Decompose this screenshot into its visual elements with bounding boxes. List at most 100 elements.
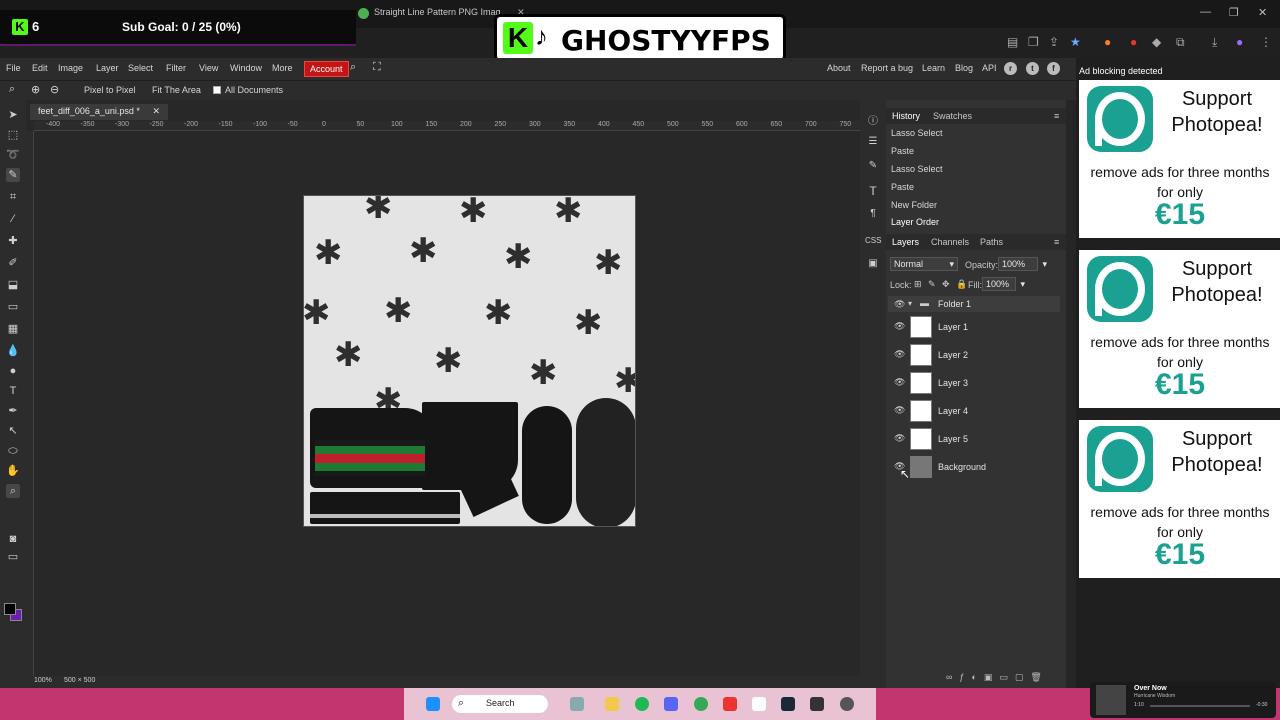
menu-select[interactable]: Select bbox=[128, 63, 153, 73]
account-button[interactable]: Account bbox=[304, 61, 349, 77]
visibility-eye-icon[interactable]: 👁 bbox=[894, 433, 905, 444]
zoom-out-icon[interactable]: ⊖ bbox=[50, 83, 59, 96]
lasso-tool-icon[interactable]: ➰ bbox=[6, 148, 20, 162]
image-icon[interactable]: ▣ bbox=[865, 258, 881, 269]
opacity-field[interactable]: 100% ▾ bbox=[998, 257, 1047, 271]
tab-paths[interactable]: Paths bbox=[980, 237, 1003, 247]
foreground-color-swatch[interactable] bbox=[4, 603, 16, 615]
close-window-icon[interactable]: ✕ bbox=[1258, 6, 1267, 19]
visibility-eye-icon[interactable]: 👁 bbox=[894, 321, 905, 332]
paragraph-icon[interactable]: ¶ bbox=[865, 208, 881, 219]
search-icon[interactable]: ⌕ bbox=[350, 61, 356, 74]
history-item[interactable]: Paste bbox=[891, 146, 914, 156]
history-item[interactable]: Lasso Select bbox=[891, 128, 943, 138]
zoom-tool-icon[interactable]: ⌕ bbox=[6, 484, 20, 498]
fill-field[interactable]: 100% ▾ bbox=[982, 277, 1025, 291]
download-icon[interactable]: ⤓ bbox=[1212, 35, 1217, 50]
properties-icon[interactable]: ☰ bbox=[865, 136, 881, 147]
menu-more[interactable]: More bbox=[272, 63, 293, 73]
menu-about[interactable]: About bbox=[827, 63, 851, 73]
fit-area-button[interactable]: Fit The Area bbox=[152, 85, 201, 95]
pixel-to-pixel-button[interactable]: Pixel to Pixel bbox=[84, 85, 136, 95]
history-item[interactable]: Paste bbox=[891, 182, 914, 192]
document-tab[interactable]: feet_diff_006_a_uni.psd * ✕ bbox=[30, 104, 168, 120]
stamp-tool-icon[interactable]: ⬓ bbox=[6, 278, 20, 292]
maximize-icon[interactable]: ❐ bbox=[1229, 6, 1239, 19]
profile-avatar[interactable]: ● bbox=[1236, 35, 1243, 49]
app-icon[interactable] bbox=[570, 697, 584, 711]
layer-folder-row[interactable]: 👁 ▾ ▬ Folder 1 bbox=[888, 296, 1060, 312]
character-icon[interactable]: T bbox=[865, 184, 881, 198]
blur-tool-icon[interactable]: 💧 bbox=[6, 344, 20, 358]
history-item[interactable]: New Folder bbox=[891, 200, 937, 210]
hand-tool-icon[interactable]: ✋ bbox=[6, 464, 20, 478]
eyedropper-tool-icon[interactable]: ⁄ bbox=[6, 212, 20, 226]
move-tool-icon[interactable]: ➤ bbox=[6, 108, 20, 122]
panel-menu-icon[interactable]: ≡ bbox=[1054, 111, 1059, 121]
tab-layers[interactable]: Layers bbox=[892, 237, 919, 247]
copy-icon[interactable]: ❐ bbox=[1028, 35, 1039, 49]
path-select-tool-icon[interactable]: ↖ bbox=[6, 424, 20, 438]
menu-layer[interactable]: Layer bbox=[96, 63, 119, 73]
marquee-tool-icon[interactable]: ⬚ bbox=[6, 128, 20, 142]
layer-row[interactable]: 👁 Background bbox=[888, 454, 1060, 480]
gradient-tool-icon[interactable]: ▦ bbox=[6, 322, 20, 336]
visibility-eye-icon[interactable]: 👁 bbox=[894, 377, 905, 388]
shape-tool-icon[interactable]: ⬭ bbox=[6, 444, 20, 458]
lock-position-icon[interactable]: ✥ bbox=[942, 279, 950, 290]
brush-settings-icon[interactable]: ✎ bbox=[865, 160, 881, 171]
taskbar-search[interactable]: ⌕ Search bbox=[452, 695, 548, 713]
layers-footer-icons[interactable]: ∞ƒ◐▣▭▢🗑 bbox=[946, 672, 1049, 683]
menu-blog[interactable]: Blog bbox=[955, 63, 973, 73]
file-explorer-icon[interactable] bbox=[605, 697, 619, 711]
layer-row[interactable]: 👁 Layer 1 bbox=[888, 314, 1060, 340]
menu-report-bug[interactable]: Report a bug bbox=[861, 63, 913, 73]
minimize-icon[interactable]: — bbox=[1200, 6, 1211, 18]
start-icon[interactable] bbox=[426, 697, 440, 711]
settings-icon[interactable] bbox=[840, 697, 854, 711]
discord-icon[interactable] bbox=[664, 697, 678, 711]
chevron-down-icon[interactable]: ▾ bbox=[908, 299, 912, 308]
menu-edit[interactable]: Edit bbox=[32, 63, 48, 73]
menu-learn[interactable]: Learn bbox=[922, 63, 945, 73]
lock-transparency-icon[interactable]: ⊞ bbox=[914, 279, 922, 290]
menu-api[interactable]: API bbox=[982, 63, 997, 73]
quick-select-tool-icon[interactable]: ✎ bbox=[6, 168, 20, 182]
media-widget[interactable]: Over Now Hurricane Wisdom 1:10 -0:30 bbox=[1090, 682, 1276, 718]
menu-image[interactable]: Image bbox=[58, 63, 83, 73]
panel-menu-icon[interactable]: ≡ bbox=[1054, 237, 1059, 247]
document-canvas[interactable]: ✱ ✱ ✱ ✱ ✱ ✱ ✱ ✱ ✱ ✱ ✱ ✱ ✱ ✱ ✱ ✱ bbox=[303, 195, 636, 527]
photopea-ad[interactable]: Support Photopea! remove ads for three m… bbox=[1079, 420, 1280, 578]
menu-filter[interactable]: Filter bbox=[166, 63, 186, 73]
reader-icon[interactable]: ▤ bbox=[1007, 35, 1018, 49]
twitter-icon[interactable]: t bbox=[1026, 62, 1039, 75]
lock-pixels-icon[interactable]: ✎ bbox=[928, 279, 936, 290]
bookmark-star-icon[interactable]: ★ bbox=[1070, 35, 1081, 49]
type-tool-icon[interactable]: T bbox=[6, 384, 20, 398]
layer-row[interactable]: 👁 Layer 3 bbox=[888, 370, 1060, 396]
facebook-icon[interactable]: f bbox=[1047, 62, 1060, 75]
screen-mode-icon[interactable]: ▭ bbox=[6, 550, 20, 564]
fullscreen-icon[interactable]: ⛶ bbox=[373, 61, 381, 74]
visibility-eye-icon[interactable]: 👁 bbox=[894, 349, 905, 360]
layer-row[interactable]: 👁 Layer 2 bbox=[888, 342, 1060, 368]
extension-icon[interactable]: ● bbox=[1104, 35, 1111, 49]
photopea-ad[interactable]: Support Photopea! remove ads for three m… bbox=[1079, 250, 1280, 408]
chrome-icon[interactable] bbox=[694, 697, 708, 711]
visibility-eye-icon[interactable]: 👁 bbox=[894, 299, 905, 310]
obs-icon[interactable] bbox=[723, 697, 737, 711]
photopea-ad[interactable]: Support Photopea! remove ads for three m… bbox=[1079, 80, 1280, 238]
info-icon[interactable]: ⓘ bbox=[865, 112, 881, 127]
layer-row[interactable]: 👁 Layer 4 bbox=[888, 398, 1060, 424]
menu-file[interactable]: File bbox=[6, 63, 21, 73]
css-icon[interactable]: CSS bbox=[865, 236, 881, 245]
quick-mask-icon[interactable]: ◙ bbox=[6, 532, 20, 546]
menu-window[interactable]: Window bbox=[230, 63, 262, 73]
blend-mode-select[interactable]: Normal ▾ bbox=[890, 257, 958, 271]
document-close-icon[interactable]: ✕ bbox=[152, 106, 160, 116]
crop-tool-icon[interactable]: ⌗ bbox=[6, 190, 20, 204]
brush-tool-icon[interactable]: ✐ bbox=[6, 256, 20, 270]
visibility-eye-icon[interactable]: 👁 bbox=[894, 405, 905, 416]
all-documents-checkbox[interactable] bbox=[213, 86, 221, 94]
tab-history[interactable]: History bbox=[892, 111, 920, 121]
